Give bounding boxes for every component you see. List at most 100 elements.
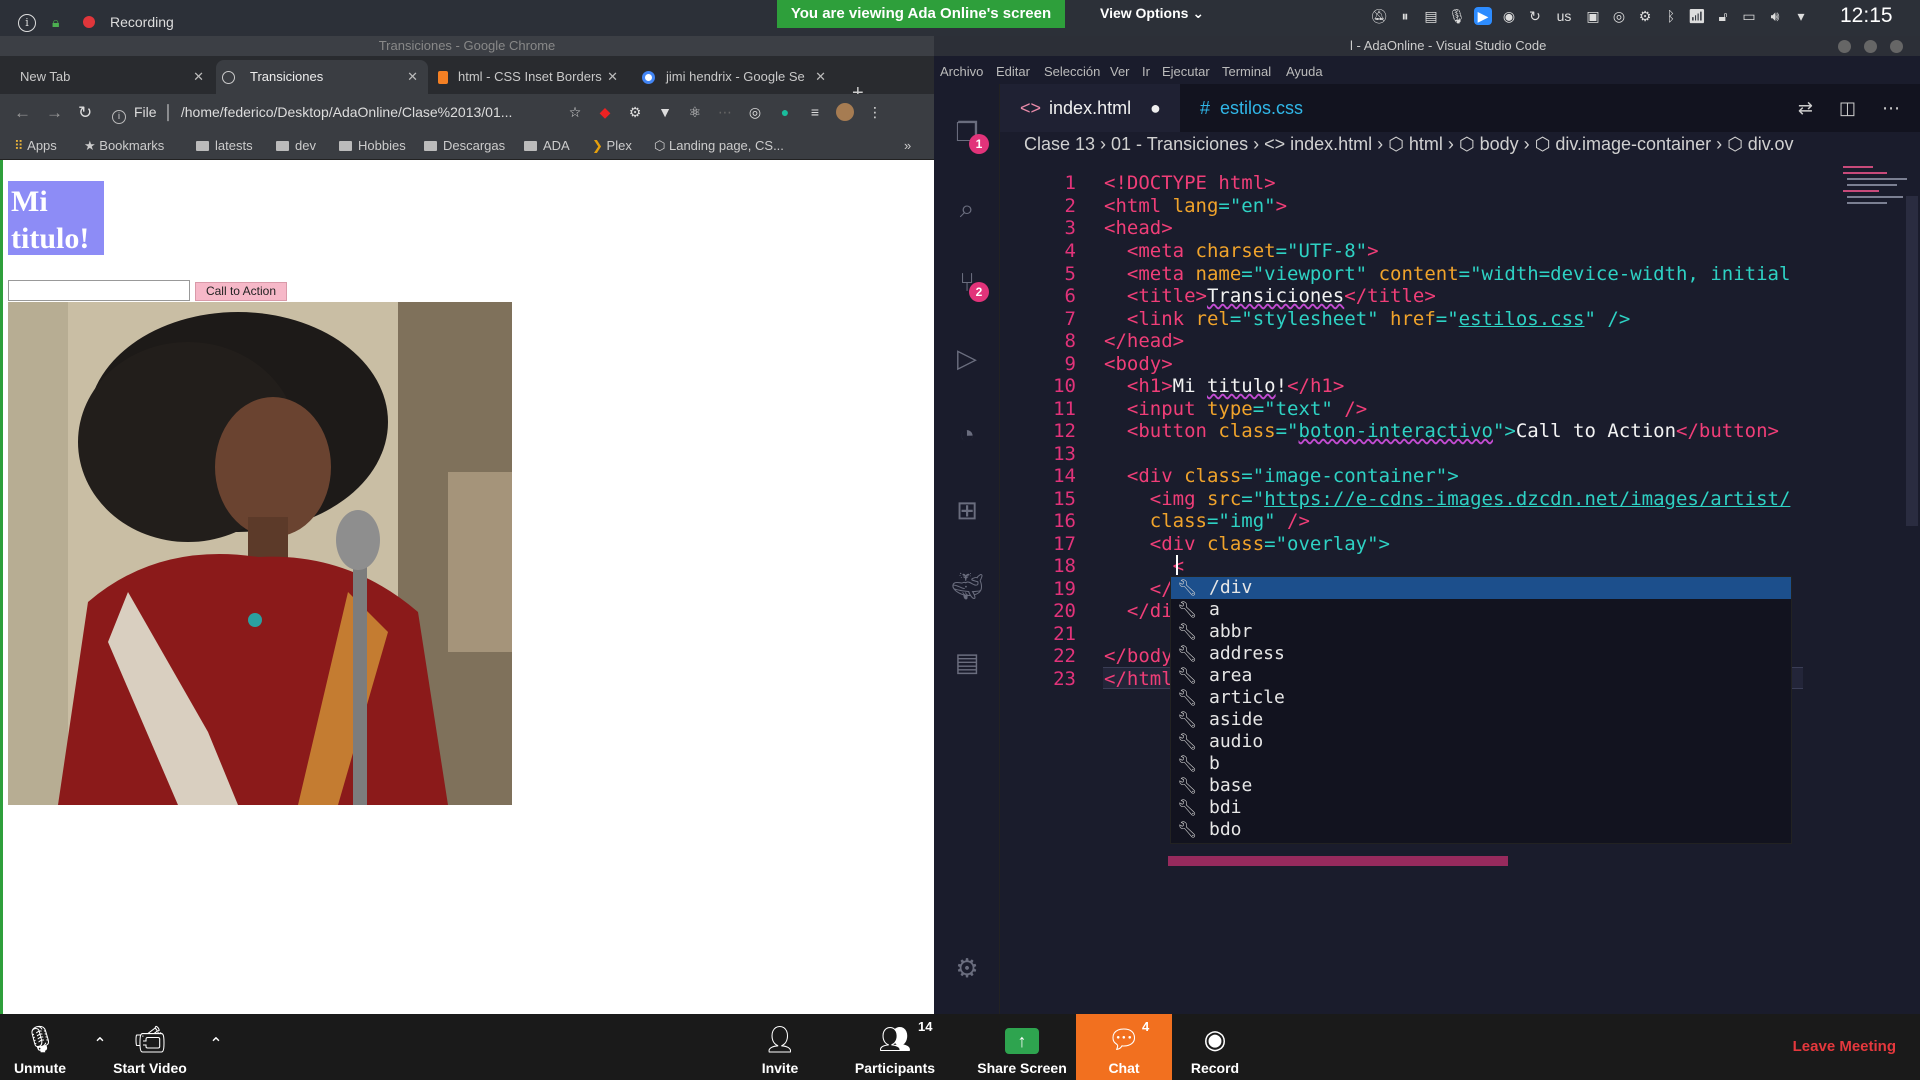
minimize-icon[interactable] (1838, 40, 1851, 53)
volume-icon[interactable]: 🔊︎ (1766, 7, 1784, 25)
microphone-icon[interactable]: 🎙︎ (1448, 7, 1466, 25)
editor-tab-estilos-css[interactable]: # estilos.css (1180, 84, 1330, 132)
leave-meeting-button[interactable]: Leave Meeting (1793, 1038, 1896, 1055)
close-icon[interactable]: ✕ (407, 60, 418, 94)
suggestion-item[interactable]: 🔧︎ article (1171, 687, 1791, 709)
tray-chevron-icon[interactable]: ▾ (1792, 7, 1810, 25)
unmute-button[interactable]: 🎙︎ Unmute (4, 1014, 76, 1080)
menu-ayuda[interactable]: Ayuda (1286, 64, 1323, 79)
remote-explorer-icon[interactable]: ▤ (951, 646, 983, 678)
window-icon[interactable]: ▭ (1740, 7, 1758, 25)
gear-extension-icon[interactable]: ⚙ (626, 103, 644, 121)
address-bar[interactable]: i File │ /home/federico/Desktop/AdaOnline… (112, 99, 582, 125)
git-graph-icon[interactable]: ◔ (951, 418, 983, 450)
kebab-menu-icon[interactable]: ⋮ (866, 103, 884, 121)
react-devtools-icon[interactable]: ⚛ (686, 103, 704, 121)
profile-avatar-icon[interactable] (836, 103, 854, 121)
tab-css-inset-borders[interactable]: html - CSS Inset Borders ✕ (432, 60, 628, 94)
split-editor-icon[interactable]: ◫ (1839, 98, 1856, 119)
maximize-icon[interactable] (1864, 40, 1877, 53)
settings-tray-icon[interactable]: ⚙ (1636, 7, 1654, 25)
bookmark-descargas[interactable]: Descargas (424, 138, 505, 153)
grammar-extension-icon[interactable]: ● (776, 103, 794, 121)
participants-button[interactable]: 👥︎ 14 Participants (848, 1014, 942, 1080)
menu-ver[interactable]: Ver (1110, 64, 1130, 79)
keyboard-layout-label[interactable]: us (1552, 7, 1576, 25)
editor-tab-index-html[interactable]: <> index.html ● (1000, 84, 1180, 132)
breadcrumb[interactable]: Clase 13 › 01 - Transiciones › <> index.… (1024, 134, 1920, 160)
code-link[interactable]: https://e-cdns-images.dzcdn.net/images/a… (1264, 488, 1790, 510)
bluetooth-icon[interactable]: ᛒ (1662, 7, 1680, 25)
back-arrow-icon[interactable]: ← (14, 103, 31, 123)
invite-button[interactable]: 👤︎ Invite (752, 1014, 808, 1080)
video-options-chevron-icon[interactable]: ⌃ (196, 1014, 222, 1080)
close-icon[interactable]: ✕ (603, 60, 618, 94)
forward-arrow-icon[interactable]: → (46, 103, 63, 123)
close-icon[interactable]: ✕ (193, 60, 204, 94)
star-bookmark-icon[interactable]: ☆ (566, 103, 584, 121)
menu-archivo[interactable]: Archivo (940, 64, 983, 79)
menu-terminal[interactable]: Terminal (1222, 64, 1271, 79)
tab-new-tab[interactable]: New Tab ✕ (0, 60, 214, 94)
bookmark-bookmarks[interactable]: ★ Bookmarks (84, 138, 164, 154)
tab-transiciones[interactable]: Transiciones ✕ (216, 60, 428, 94)
menu-editar[interactable]: Editar (996, 64, 1030, 79)
notifications-off-icon[interactable]: 🔕︎ (1370, 7, 1388, 25)
suggestion-item[interactable]: 🔧︎ area (1171, 665, 1791, 687)
manage-gear-icon[interactable]: ⚙ (951, 952, 983, 984)
start-video-button[interactable]: 📹︎ Start Video (106, 1014, 194, 1080)
bookmark-apps[interactable]: ⠿ Apps (14, 138, 57, 154)
more-actions-icon[interactable]: ⋯ (1882, 98, 1900, 119)
suggestion-item[interactable]: 🔧︎ aside (1171, 709, 1791, 731)
discord-icon[interactable]: ◉ (1500, 7, 1518, 25)
suggestion-item[interactable]: 🔧︎ address (1171, 643, 1791, 665)
suggestion-item[interactable]: 🔧︎ base (1171, 775, 1791, 797)
pause-icon[interactable]: ⏸︎ (1396, 7, 1414, 25)
bookmark-landing-page[interactable]: ⬡ Landing page, CS... (654, 138, 784, 154)
reload-icon[interactable]: ↻ (78, 103, 92, 123)
extension-icon[interactable]: ⋯ (716, 103, 734, 121)
suggestion-item[interactable]: 🔧︎ abbr (1171, 621, 1791, 643)
menu-ir[interactable]: Ir (1142, 64, 1150, 79)
zoom-tray-icon[interactable]: ▶ (1474, 7, 1492, 25)
suggestion-item[interactable]: 🔧︎ /div (1171, 577, 1791, 599)
info-icon[interactable]: i (18, 14, 36, 32)
reading-list-icon[interactable]: ≡ (806, 103, 824, 121)
call-to-action-button[interactable]: Call to Action (195, 282, 287, 301)
battery-lock-icon[interactable]: 🔓︎ (1714, 7, 1732, 25)
bookmark-ada[interactable]: ADA (524, 138, 570, 153)
bookmark-latests[interactable]: latests (196, 138, 253, 153)
vue-devtools-icon[interactable]: ▼ (656, 103, 674, 121)
text-input[interactable] (8, 280, 190, 301)
clipboard-icon[interactable]: ▤ (1422, 7, 1440, 25)
horizontal-scrollbar[interactable] (1168, 856, 1508, 866)
share-screen-button[interactable]: ↑ Share Screen (974, 1014, 1070, 1080)
code-link[interactable]: estilos.css (1459, 308, 1585, 330)
audio-options-chevron-icon[interactable]: ⌃ (80, 1014, 106, 1080)
open-changes-icon[interactable]: ⇄ (1798, 98, 1813, 119)
unsaved-dot-icon[interactable]: ● (1150, 84, 1161, 132)
suggestion-item[interactable]: 🔧︎ audio (1171, 731, 1791, 753)
menu-ejecutar[interactable]: Ejecutar (1162, 64, 1210, 79)
clock[interactable]: 12:15 (1840, 4, 1893, 28)
bookmark-plex[interactable]: ❯ Plex (592, 138, 632, 154)
screenshot-icon[interactable]: ▣ (1584, 7, 1602, 25)
lock-icon[interactable]: 🔒︎ (52, 14, 66, 30)
search-icon[interactable]: ⌕ (951, 192, 983, 224)
bookmark-dev[interactable]: dev (276, 138, 316, 153)
suggestion-item[interactable]: 🔧︎ bdi (1171, 797, 1791, 819)
chrome-tray-icon[interactable]: ◎ (1610, 7, 1628, 25)
extensions-icon[interactable]: ⊞ (951, 494, 983, 526)
bookmark-hobbies[interactable]: Hobbies (339, 138, 406, 153)
view-options-button[interactable]: View Options ⌄ (1100, 5, 1204, 22)
close-icon[interactable]: ✕ (811, 60, 826, 94)
menu-seleccion[interactable]: Selección (1044, 64, 1100, 79)
more-bookmarks-icon[interactable]: » (904, 138, 911, 153)
record-button[interactable]: ◉ Record (1180, 1014, 1250, 1080)
suggestion-item[interactable]: 🔧︎ a (1171, 599, 1791, 621)
docker-icon[interactable]: 🐳︎ (951, 570, 984, 602)
suggestion-item[interactable]: 🔧︎ bdo (1171, 819, 1791, 841)
run-debug-icon[interactable]: ▷ (951, 342, 983, 374)
close-window-icon[interactable] (1890, 40, 1903, 53)
chat-button[interactable]: 💬︎ 4 Chat (1076, 1014, 1172, 1080)
